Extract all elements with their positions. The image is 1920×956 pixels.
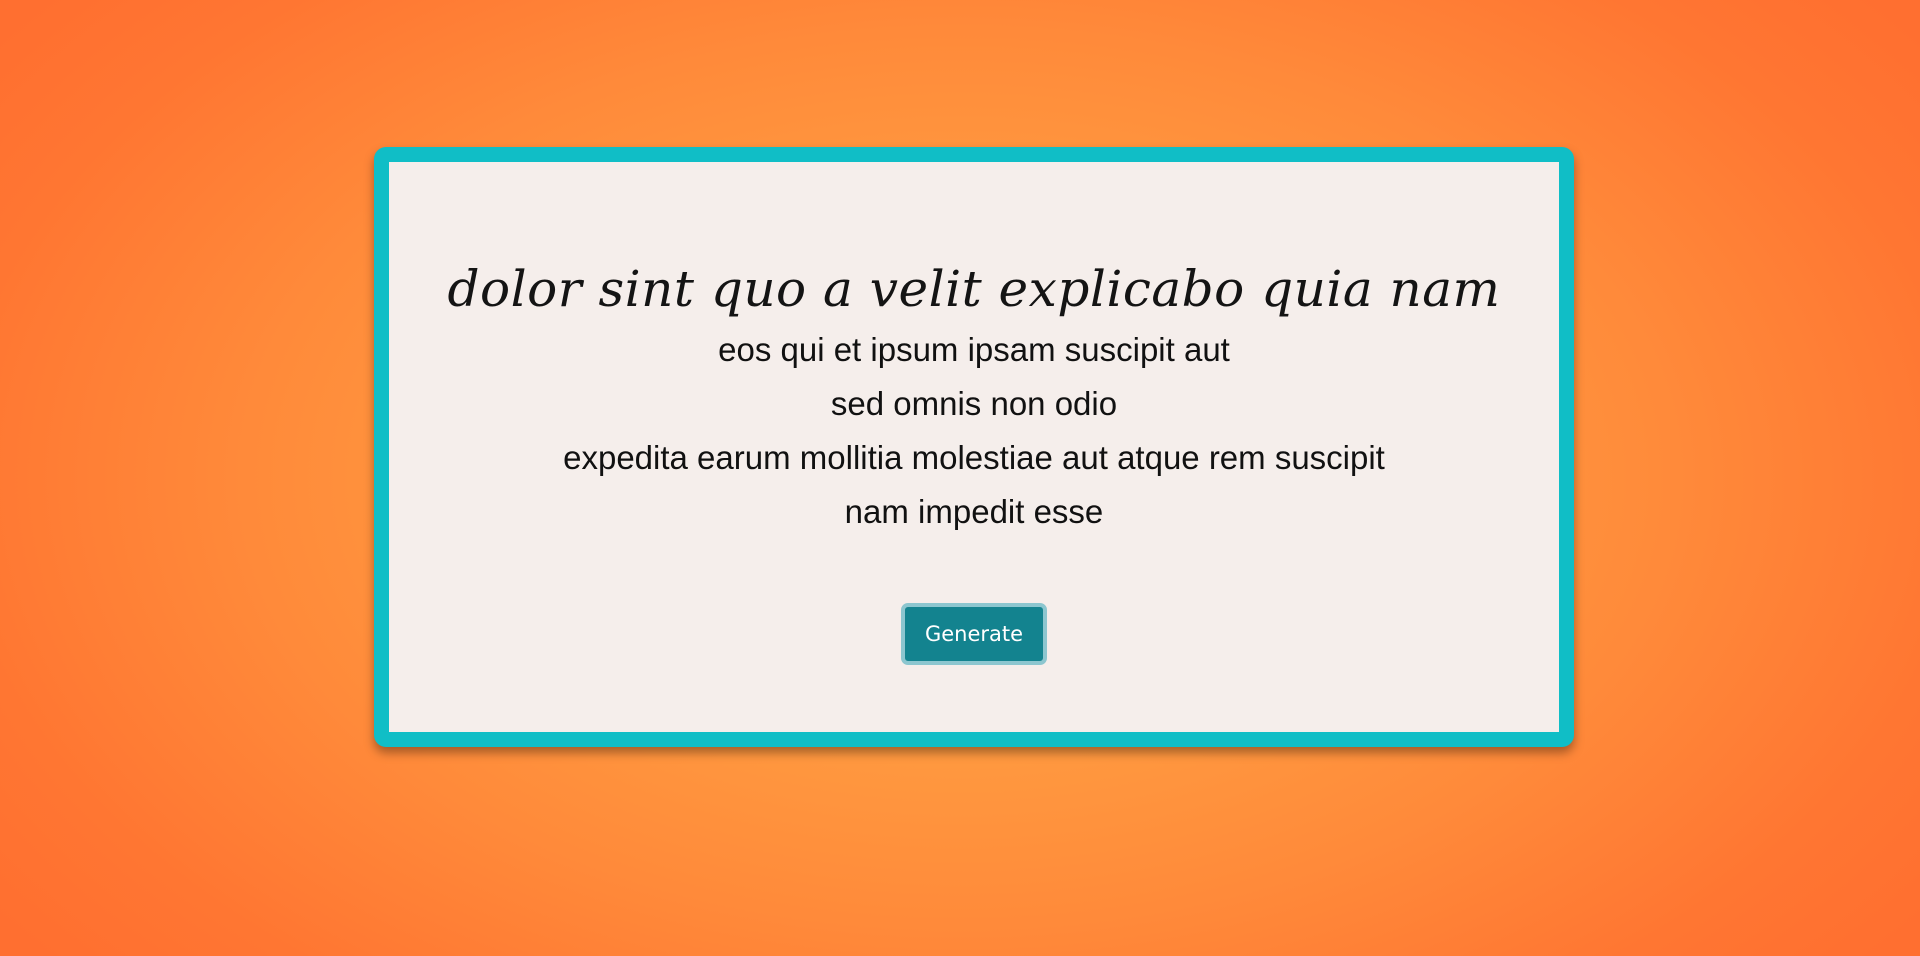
poem-line: expedita earum mollitia molestiae aut at…	[563, 439, 1385, 476]
poem-title: dolor sint quo a velit explicabo quia na…	[447, 260, 1501, 318]
poem-line: nam impedit esse	[844, 493, 1104, 530]
generate-button[interactable]: Generate	[900, 603, 1048, 665]
poem-line: sed omnis non odio	[830, 385, 1118, 422]
poem-line: eos qui et ipsum ipsam suscipit aut	[718, 331, 1230, 368]
poem-lines: eos qui et ipsum ipsam suscipit aut sed …	[563, 323, 1385, 539]
poem-card: dolor sint quo a velit explicabo quia na…	[374, 147, 1574, 747]
